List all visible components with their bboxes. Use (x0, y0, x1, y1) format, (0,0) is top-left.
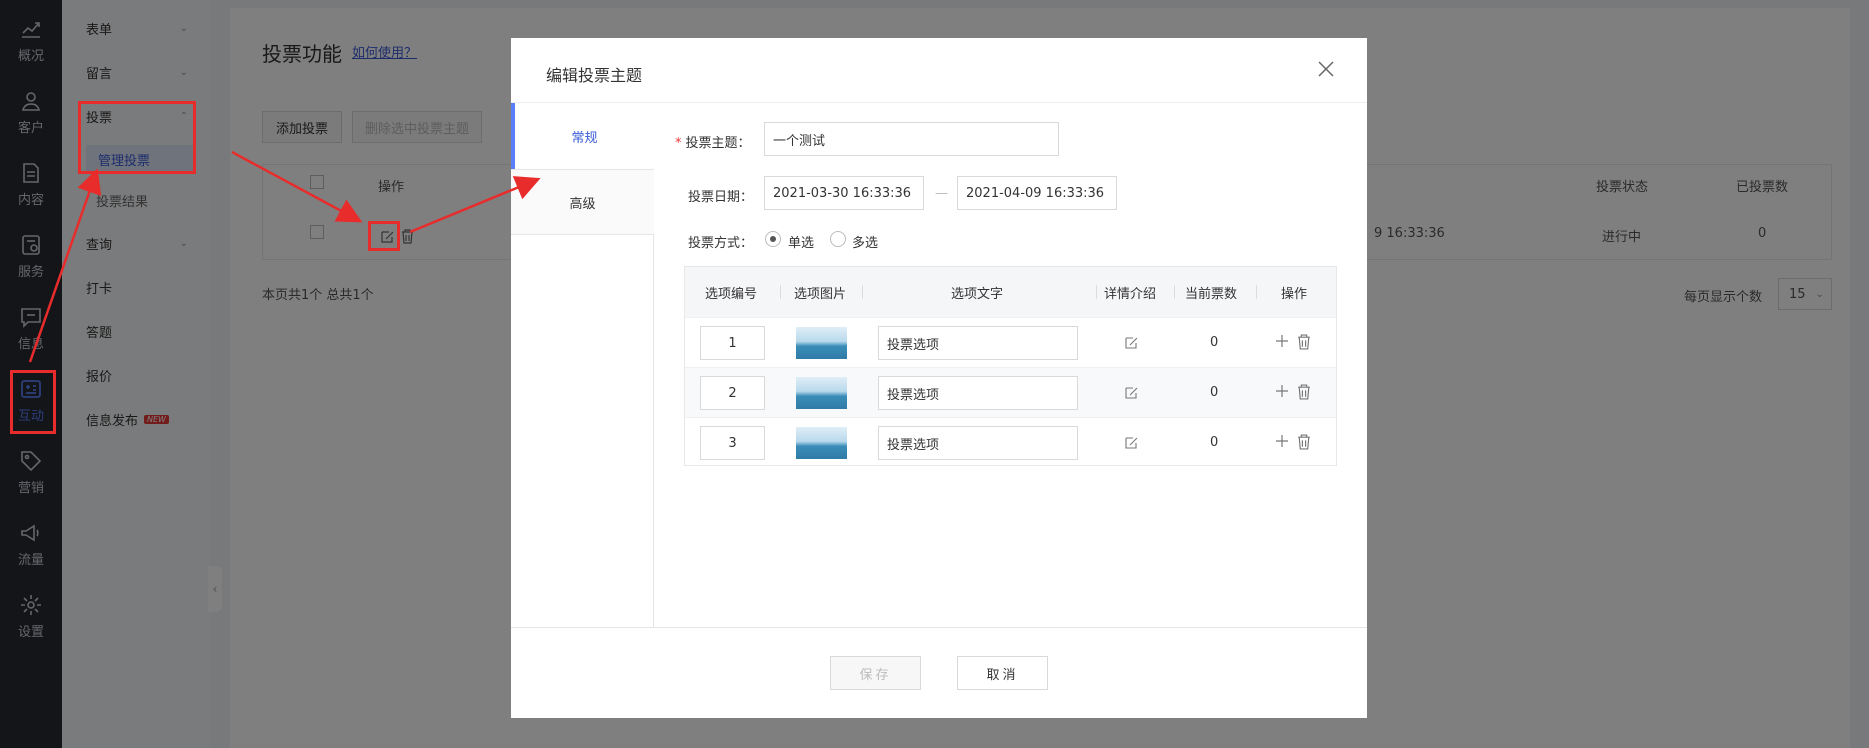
cancel-button[interactable]: 取消 (957, 656, 1048, 690)
tab-general[interactable]: 常规 (511, 103, 654, 169)
options-table-header: 选项编号 选项图片 选项文字 详情介绍 当前票数 操作 (685, 267, 1336, 317)
add-icon[interactable] (1275, 334, 1289, 348)
annotation-box-interact (10, 370, 56, 434)
option-text-input[interactable]: 投票选项 (878, 376, 1078, 410)
header-option-no: 选项编号 (705, 287, 758, 302)
header-actions: 操作 (1281, 287, 1308, 302)
option-number-input[interactable]: 1 (700, 326, 765, 360)
trash-icon[interactable] (1297, 334, 1311, 350)
annotation-box-vote-menu (78, 101, 196, 174)
start-date-input[interactable]: 2021-03-30 16:33:36 (764, 176, 924, 210)
options-table: 选项编号 选项图片 选项文字 详情介绍 当前票数 操作 1 投票选项 0 2 投… (684, 266, 1337, 466)
header-divider (1256, 285, 1257, 299)
required-mark: * (675, 136, 682, 151)
edit-detail-icon[interactable] (1124, 336, 1138, 350)
header-current-votes: 当前票数 (1185, 287, 1238, 302)
option-image[interactable] (796, 327, 847, 359)
tab-advanced[interactable]: 高级 (511, 169, 654, 235)
multi-choice-label[interactable]: 多选 (852, 232, 878, 251)
option-image[interactable] (796, 377, 847, 409)
close-icon[interactable] (1315, 58, 1337, 80)
option-image[interactable] (796, 427, 847, 459)
date-separator: — (935, 186, 948, 201)
trash-icon[interactable] (1297, 434, 1311, 450)
option-votes: 0 (1210, 335, 1219, 350)
header-divider (1174, 285, 1175, 299)
mode-label: 投票方式： (688, 236, 754, 251)
add-icon[interactable] (1275, 384, 1289, 398)
option-row: 2 投票选项 0 (685, 367, 1336, 417)
dialog-tabs: 常规 高级 (511, 103, 654, 627)
header-divider (1096, 285, 1097, 299)
dialog-footer (511, 627, 1367, 718)
header-detail: 详情介绍 (1104, 287, 1157, 302)
option-text-input[interactable]: 投票选项 (878, 326, 1078, 360)
date-label: 投票日期： (688, 190, 754, 205)
dialog-header: 编辑投票主题 (511, 38, 1367, 103)
multi-choice-radio[interactable] (830, 231, 846, 247)
option-row: 3 投票选项 0 (685, 417, 1336, 467)
trash-icon[interactable] (1297, 384, 1311, 400)
save-button[interactable]: 保存 (830, 656, 921, 690)
header-divider (780, 285, 781, 299)
option-number-input[interactable]: 3 (700, 426, 765, 460)
option-votes: 0 (1210, 435, 1219, 450)
option-votes: 0 (1210, 385, 1219, 400)
header-option-image: 选项图片 (794, 287, 847, 302)
edit-detail-icon[interactable] (1124, 386, 1138, 400)
topic-label: * 投票主题： (675, 132, 751, 151)
header-divider (862, 285, 863, 299)
topic-input[interactable]: 一个测试 (764, 122, 1059, 156)
option-number-input[interactable]: 2 (700, 376, 765, 410)
single-choice-radio[interactable] (765, 231, 781, 247)
edit-vote-dialog: 编辑投票主题 常规 高级 * 投票主题： 一个测试 投票日期： 2021-03-3… (511, 38, 1367, 718)
option-text-input[interactable]: 投票选项 (878, 426, 1078, 460)
single-choice-label[interactable]: 单选 (788, 232, 814, 251)
dialog-title: 编辑投票主题 (546, 66, 643, 85)
option-row: 1 投票选项 0 (685, 317, 1336, 367)
header-option-text: 选项文字 (951, 287, 1004, 302)
add-icon[interactable] (1275, 434, 1289, 448)
end-date-input[interactable]: 2021-04-09 16:33:36 (957, 176, 1117, 210)
topic-label-text: 投票主题： (685, 136, 751, 151)
annotation-box-edit (368, 221, 400, 251)
edit-detail-icon[interactable] (1124, 436, 1138, 450)
